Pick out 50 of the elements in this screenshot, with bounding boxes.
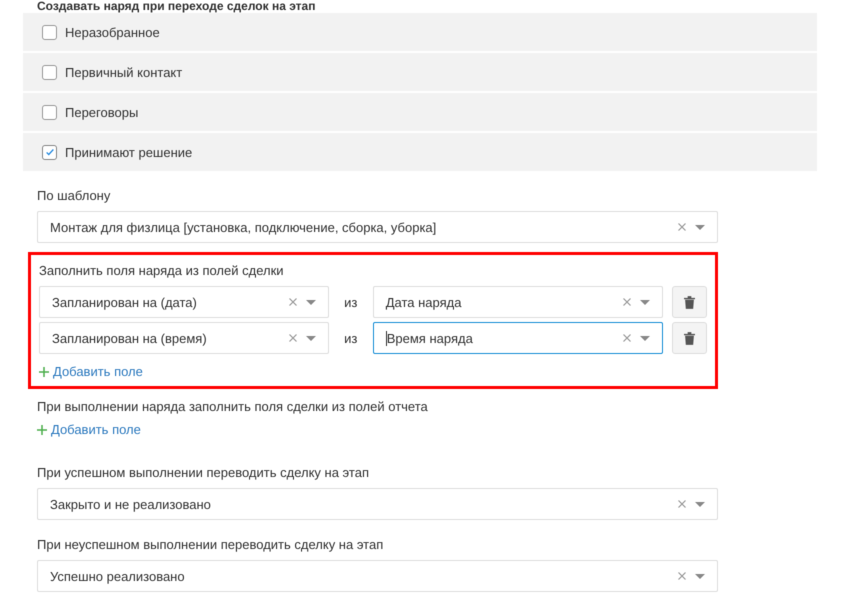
clear-icon[interactable] [678, 223, 686, 231]
checkbox[interactable] [42, 24, 57, 40]
plus-icon [37, 425, 47, 435]
delete-button[interactable] [672, 286, 707, 318]
add-field-link[interactable]: Добавить поле [37, 422, 141, 438]
clear-icon[interactable] [288, 298, 297, 306]
stage-label: Принимают решение [65, 144, 192, 160]
target-field-select[interactable]: Запланирован на (дата) [39, 286, 329, 318]
checkbox[interactable] [42, 64, 57, 80]
clear-icon[interactable] [622, 334, 630, 342]
separator-text: из [343, 330, 358, 346]
field-label: Заполнить поля наряда из полей сделки [39, 263, 285, 279]
stage-row[interactable]: Принимают решение [23, 133, 817, 171]
caret-icon[interactable] [640, 336, 650, 340]
section-title: Создавать наряд при переходе сделок на этап [36, 0, 316, 12]
caret-icon[interactable] [695, 502, 705, 506]
plus-icon [39, 367, 49, 377]
trash-icon [684, 296, 695, 308]
caret-icon[interactable] [640, 300, 650, 304]
stage-label: Неразобранное [65, 24, 160, 40]
source-field-select[interactable]: Дата наряда [372, 286, 662, 318]
stage-row[interactable]: Первичный контакт [23, 53, 817, 91]
caret-icon[interactable] [306, 300, 316, 304]
field-label: При успешном выполнении переводить сделку на этап [37, 465, 370, 481]
stage-row[interactable]: Переговоры [23, 93, 817, 131]
stage-select[interactable]: Успешно реализовано [37, 560, 718, 592]
trash-icon [684, 332, 695, 344]
caret-icon[interactable] [306, 336, 316, 340]
field-label: По шаблону [37, 188, 112, 204]
stage-label: Первичный контакт [65, 64, 182, 80]
add-field-link[interactable]: Добавить поле [39, 364, 143, 380]
source-field-select[interactable]: Время наряда [372, 322, 662, 354]
caret-icon[interactable] [695, 224, 705, 230]
clear-icon[interactable] [622, 298, 630, 306]
clear-icon[interactable] [678, 572, 686, 580]
field-label: При неуспешном выполнении переводить сделку на этап [37, 537, 384, 553]
checkbox[interactable] [42, 144, 57, 160]
stage-row[interactable]: Неразобранное [23, 13, 817, 51]
target-field-select[interactable]: Запланирован на (время) [39, 322, 329, 354]
template-select[interactable]: Монтаж для физлица [установка, подключение, сборка, уборка] [37, 211, 718, 243]
clear-icon[interactable] [288, 334, 297, 342]
stage-label: Переговоры [65, 104, 138, 120]
separator-text: из [343, 294, 358, 310]
checkbox[interactable] [42, 104, 57, 120]
delete-button[interactable] [672, 322, 707, 354]
clear-icon[interactable] [678, 500, 686, 508]
field-label: При выполнении наряда заполнить поля сделки из полей отчета [37, 399, 429, 415]
caret-icon[interactable] [695, 574, 705, 578]
stage-select[interactable]: Закрыто и не реализовано [37, 488, 718, 520]
check-icon [44, 147, 54, 157]
